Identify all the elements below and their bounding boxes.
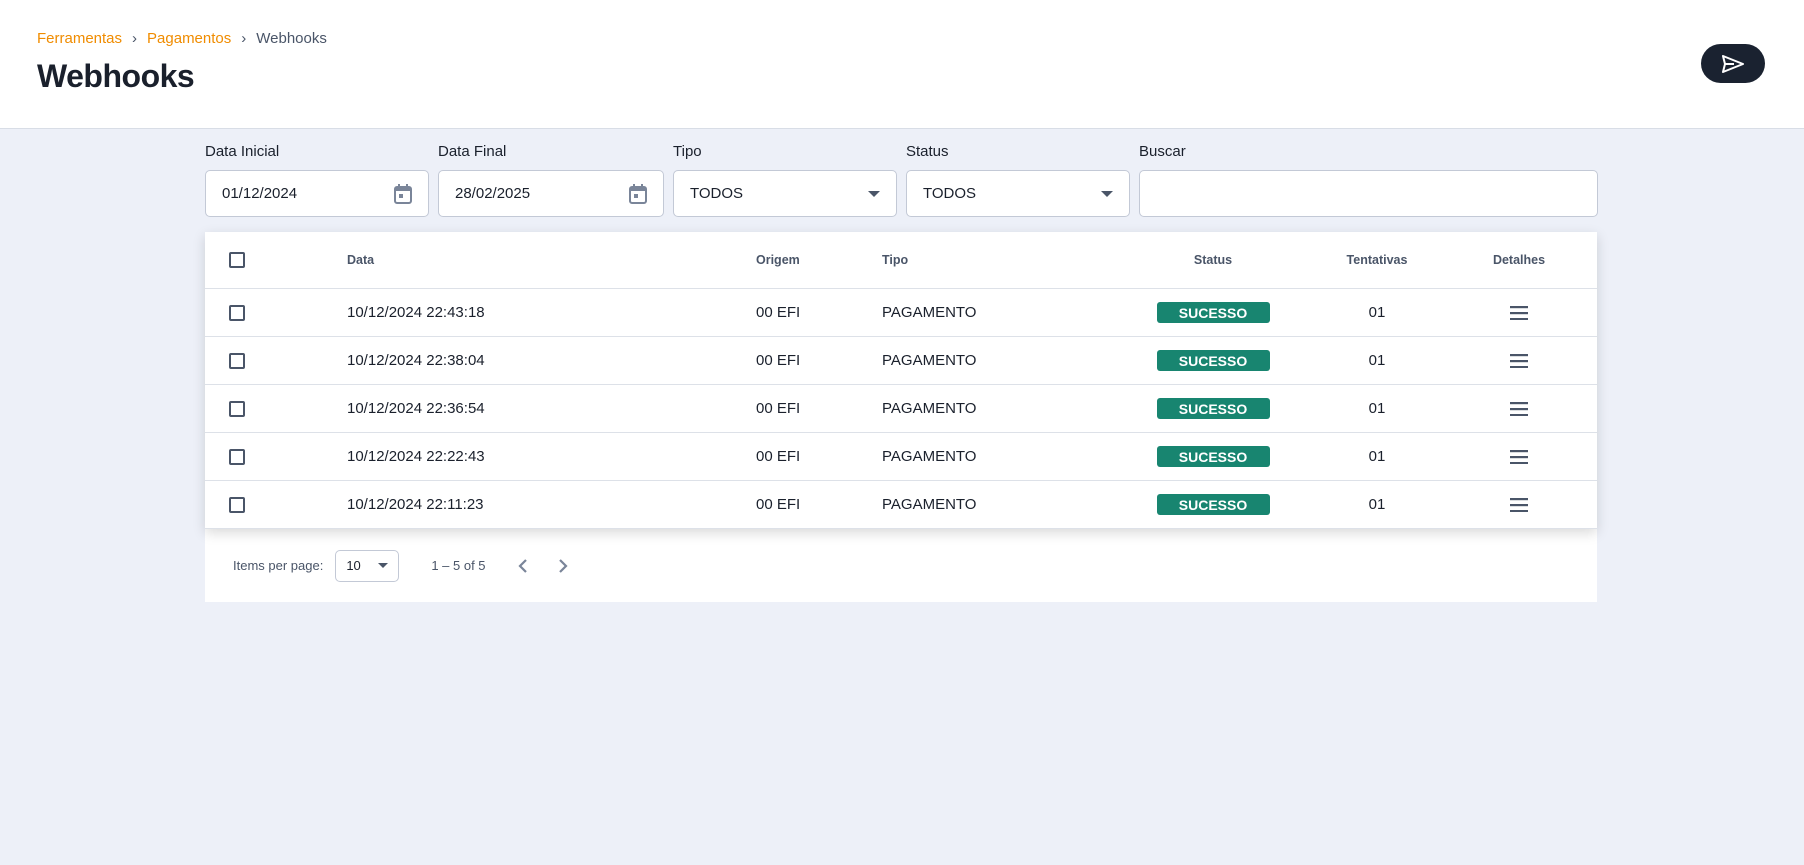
cell-data: 10/12/2024 22:38:04 bbox=[347, 352, 485, 369]
cell-tentativas: 01 bbox=[1368, 496, 1386, 513]
items-per-page-label: Items per page: bbox=[233, 558, 324, 573]
cell-origem: 00 EFI bbox=[756, 400, 801, 417]
filter-status: Status TODOS bbox=[906, 143, 1130, 217]
row-checkbox[interactable] bbox=[229, 400, 245, 417]
status-badge: SUCESSO bbox=[1156, 494, 1270, 515]
cell-tentativas: 01 bbox=[1368, 352, 1386, 369]
table-row: 10/12/2024 22:22:43 00 EFI PAGAMENTO SUC… bbox=[205, 433, 1597, 481]
page-size-value: 10 bbox=[346, 558, 361, 573]
cell-tentativas: 01 bbox=[1368, 400, 1386, 417]
row-checkbox[interactable] bbox=[229, 304, 245, 321]
next-page-button[interactable] bbox=[548, 558, 578, 573]
menu-details-icon[interactable] bbox=[1510, 353, 1528, 368]
select-all-checkbox[interactable] bbox=[229, 252, 245, 268]
cell-tipo: PAGAMENTO bbox=[882, 496, 977, 513]
status-badge: SUCESSO bbox=[1156, 302, 1270, 323]
tipo-select[interactable]: TODOS bbox=[673, 170, 897, 217]
header-tentativas[interactable]: Tentativas bbox=[1313, 253, 1441, 267]
chevron-left-icon bbox=[517, 558, 527, 573]
status-select[interactable]: TODOS bbox=[906, 170, 1130, 217]
dropdown-arrow-icon bbox=[378, 563, 389, 568]
table-row: 10/12/2024 22:11:23 00 EFI PAGAMENTO SUC… bbox=[205, 481, 1597, 529]
webhooks-table: Data Origem Tipo Status Tentativas Detal… bbox=[205, 232, 1597, 529]
tipo-label: Tipo bbox=[673, 143, 702, 160]
filter-data-inicial: Data Inicial 01/12/2024 bbox=[205, 143, 429, 217]
status-label: Status bbox=[906, 143, 949, 160]
cell-tipo: PAGAMENTO bbox=[882, 352, 977, 369]
cell-tipo: PAGAMENTO bbox=[882, 448, 977, 465]
status-badge: SUCESSO bbox=[1156, 398, 1270, 419]
menu-details-icon[interactable] bbox=[1510, 449, 1528, 464]
send-button[interactable] bbox=[1701, 44, 1765, 83]
data-inicial-input[interactable]: 01/12/2024 bbox=[205, 170, 429, 217]
page-title: Webhooks bbox=[37, 58, 195, 94]
cell-data: 10/12/2024 22:11:23 bbox=[347, 496, 484, 513]
menu-details-icon[interactable] bbox=[1510, 305, 1528, 320]
breadcrumb: Ferramentas › Pagamentos › Webhooks bbox=[37, 30, 327, 47]
filter-tipo: Tipo TODOS bbox=[673, 143, 897, 217]
page-header: Ferramentas › Pagamentos › Webhooks Webh… bbox=[0, 0, 1804, 129]
calendar-icon[interactable] bbox=[394, 183, 412, 204]
data-inicial-value: 01/12/2024 bbox=[222, 185, 298, 202]
filter-data-final: Data Final 28/02/2025 bbox=[438, 143, 664, 217]
menu-details-icon[interactable] bbox=[1510, 497, 1528, 512]
breadcrumb-current: Webhooks bbox=[256, 30, 327, 47]
header-data[interactable]: Data bbox=[347, 253, 756, 267]
data-final-label: Data Final bbox=[438, 143, 507, 160]
dropdown-arrow-icon bbox=[1101, 190, 1113, 197]
cell-tentativas: 01 bbox=[1368, 448, 1386, 465]
cell-tipo: PAGAMENTO bbox=[882, 400, 977, 417]
row-checkbox[interactable] bbox=[229, 496, 245, 513]
row-checkbox[interactable] bbox=[229, 448, 245, 465]
header-origem[interactable]: Origem bbox=[756, 253, 882, 267]
filter-buscar: Buscar bbox=[1139, 143, 1598, 217]
table-header: Data Origem Tipo Status Tentativas Detal… bbox=[205, 232, 1597, 289]
cell-data: 10/12/2024 22:43:18 bbox=[347, 304, 485, 321]
header-tipo[interactable]: Tipo bbox=[882, 253, 1113, 267]
tipo-value: TODOS bbox=[690, 185, 744, 202]
chevron-right-icon: › bbox=[132, 30, 138, 47]
buscar-input[interactable] bbox=[1139, 170, 1598, 217]
cell-tipo: PAGAMENTO bbox=[882, 304, 977, 321]
breadcrumb-ferramentas[interactable]: Ferramentas bbox=[37, 30, 122, 47]
calendar-icon[interactable] bbox=[629, 183, 647, 204]
buscar-label: Buscar bbox=[1139, 143, 1186, 160]
breadcrumb-pagamentos[interactable]: Pagamentos bbox=[147, 30, 231, 47]
paginator: Items per page: 10 1 – 5 of 5 bbox=[205, 529, 1597, 602]
cell-origem: 00 EFI bbox=[756, 352, 801, 369]
filters-bar: Data Inicial 01/12/2024 Data Final 28/02… bbox=[205, 143, 1598, 217]
chevron-right-icon bbox=[558, 558, 568, 573]
cell-origem: 00 EFI bbox=[756, 304, 801, 321]
webhooks-table-card: Data Origem Tipo Status Tentativas Detal… bbox=[205, 232, 1597, 602]
previous-page-button[interactable] bbox=[508, 558, 538, 573]
cell-origem: 00 EFI bbox=[756, 496, 801, 513]
data-final-input[interactable]: 28/02/2025 bbox=[438, 170, 664, 217]
header-detalhes: Detalhes bbox=[1492, 253, 1546, 267]
cell-tentativas: 01 bbox=[1368, 304, 1386, 321]
row-checkbox[interactable] bbox=[229, 352, 245, 369]
page-range: 1 – 5 of 5 bbox=[431, 558, 486, 573]
send-icon bbox=[1722, 54, 1744, 73]
status-badge: SUCESSO bbox=[1156, 350, 1270, 371]
page-size-select[interactable]: 10 bbox=[335, 549, 400, 582]
cell-data: 10/12/2024 22:36:54 bbox=[347, 400, 485, 417]
status-value: TODOS bbox=[923, 185, 977, 202]
table-row: 10/12/2024 22:38:04 00 EFI PAGAMENTO SUC… bbox=[205, 337, 1597, 385]
menu-details-icon[interactable] bbox=[1510, 401, 1528, 416]
data-final-value: 28/02/2025 bbox=[455, 185, 531, 202]
table-row: 10/12/2024 22:36:54 00 EFI PAGAMENTO SUC… bbox=[205, 385, 1597, 433]
data-inicial-label: Data Inicial bbox=[205, 143, 280, 160]
table-row: 10/12/2024 22:43:18 00 EFI PAGAMENTO SUC… bbox=[205, 289, 1597, 337]
header-status[interactable]: Status bbox=[1113, 253, 1313, 267]
cell-origem: 00 EFI bbox=[756, 448, 801, 465]
cell-data: 10/12/2024 22:22:43 bbox=[347, 448, 485, 465]
chevron-right-icon: › bbox=[241, 30, 247, 47]
dropdown-arrow-icon bbox=[868, 190, 880, 197]
status-badge: SUCESSO bbox=[1156, 446, 1270, 467]
